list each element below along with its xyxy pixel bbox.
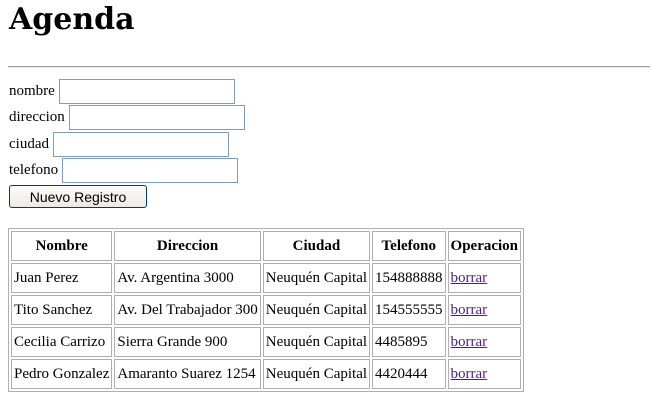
field-row-ciudad: ciudad bbox=[9, 131, 245, 158]
cell-nombre: Tito Sanchez bbox=[11, 295, 113, 325]
page-title: Agenda bbox=[9, 2, 135, 37]
cell-operacion: borrar bbox=[447, 295, 522, 325]
cell-direccion: Sierra Grande 900 bbox=[114, 327, 261, 357]
cell-telefono: 154555555 bbox=[372, 295, 446, 325]
table-row: Juan Perez Av. Argentina 3000 Neuquén Ca… bbox=[11, 263, 522, 293]
cell-ciudad: Neuquén Capital bbox=[262, 295, 371, 325]
cell-ciudad: Neuquén Capital bbox=[262, 359, 371, 389]
ciudad-label: ciudad bbox=[9, 135, 49, 152]
field-row-nombre: nombre bbox=[9, 78, 245, 105]
column-header-ciudad: Ciudad bbox=[262, 231, 371, 261]
table-row: Pedro Gonzalez Amaranto Suarez 1254 Neuq… bbox=[11, 359, 522, 389]
submit-row: Nuevo Registro bbox=[9, 185, 245, 208]
cell-telefono: 4485895 bbox=[372, 327, 446, 357]
cell-ciudad: Neuquén Capital bbox=[262, 327, 371, 357]
cell-direccion: Av. Argentina 3000 bbox=[114, 263, 261, 293]
cell-nombre: Cecilia Carrizo bbox=[11, 327, 113, 357]
cell-operacion: borrar bbox=[447, 327, 522, 357]
borrar-link[interactable]: borrar bbox=[451, 270, 488, 286]
telefono-label: telefono bbox=[9, 162, 59, 179]
cell-operacion: borrar bbox=[447, 263, 522, 293]
cell-nombre: Pedro Gonzalez bbox=[11, 359, 113, 389]
column-header-operacion: Operacion bbox=[447, 231, 522, 261]
borrar-link[interactable]: borrar bbox=[451, 334, 488, 350]
nombre-input[interactable] bbox=[58, 78, 235, 104]
cell-operacion: borrar bbox=[447, 359, 522, 389]
cell-nombre: Juan Perez bbox=[11, 263, 113, 293]
table-row: Tito Sanchez Av. Del Trabajador 300 Neuq… bbox=[11, 295, 522, 325]
direccion-input[interactable] bbox=[68, 105, 245, 131]
column-header-nombre: Nombre bbox=[11, 231, 113, 261]
cell-direccion: Amaranto Suarez 1254 bbox=[114, 359, 261, 389]
table-row: Cecilia Carrizo Sierra Grande 900 Neuqué… bbox=[11, 327, 522, 357]
column-header-direccion: Direccion bbox=[114, 231, 261, 261]
direccion-label: direccion bbox=[9, 109, 65, 126]
borrar-link[interactable]: borrar bbox=[451, 366, 488, 382]
new-record-form: nombre direccion ciudad telefono Nuevo R… bbox=[9, 78, 245, 208]
horizontal-rule bbox=[8, 66, 650, 68]
cell-telefono: 4420444 bbox=[372, 359, 446, 389]
cell-telefono: 154888888 bbox=[372, 263, 446, 293]
cell-ciudad: Neuquén Capital bbox=[262, 263, 371, 293]
nombre-label: nombre bbox=[9, 82, 55, 99]
table-header-row: Nombre Direccion Ciudad Telefono Operaci… bbox=[11, 231, 522, 261]
nuevo-registro-button[interactable]: Nuevo Registro bbox=[9, 185, 147, 208]
borrar-link[interactable]: borrar bbox=[451, 302, 488, 318]
field-row-telefono: telefono bbox=[9, 158, 245, 185]
field-row-direccion: direccion bbox=[9, 105, 245, 132]
cell-direccion: Av. Del Trabajador 300 bbox=[114, 295, 261, 325]
ciudad-input[interactable] bbox=[52, 131, 229, 157]
telefono-input[interactable] bbox=[62, 158, 239, 184]
agenda-table: Nombre Direccion Ciudad Telefono Operaci… bbox=[8, 228, 525, 392]
column-header-telefono: Telefono bbox=[372, 231, 446, 261]
